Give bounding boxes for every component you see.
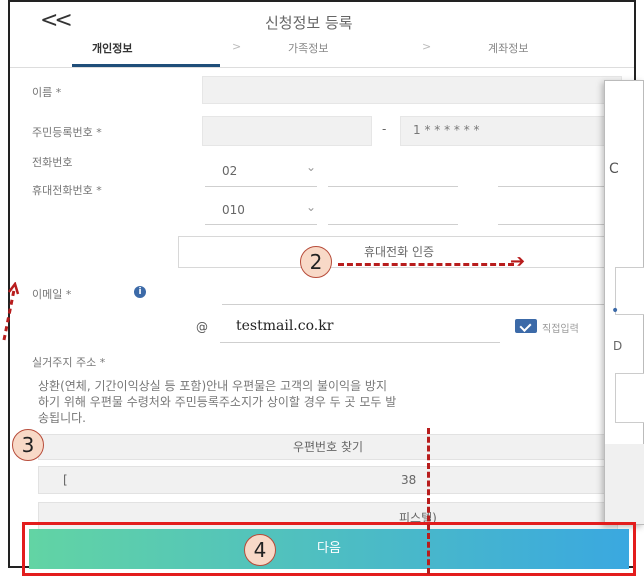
mobile-last-input[interactable] — [498, 224, 618, 225]
address-line1-left: [ — [63, 473, 68, 487]
rrn-back-value: 1 * * * * * * — [413, 123, 480, 137]
address-label: 실거주지 주소 * — [32, 356, 106, 369]
popup-bullet: • — [611, 303, 620, 319]
direct-input-label: 직접입력 — [542, 324, 579, 335]
header-divider — [10, 67, 634, 68]
rrn-dash: - — [382, 122, 387, 136]
annotation-line — [427, 428, 430, 574]
mobile-prefix-select[interactable]: 010 — [222, 203, 245, 217]
chevron-down-icon: ⌄ — [306, 160, 317, 174]
phone-label: 전화번호 — [32, 156, 73, 169]
chevron-down-icon: ⌄ — [306, 200, 317, 214]
popup-footer — [605, 444, 644, 524]
name-input[interactable] — [202, 76, 622, 104]
rrn-back-input[interactable]: 1 * * * * * * — [400, 116, 622, 146]
info-icon: i — [134, 286, 146, 298]
step-tabs: 개인정보 > 가족정보 > 계좌정보 — [10, 40, 634, 67]
address-line1-right: 38 — [401, 473, 417, 487]
popup-text-c: C — [609, 161, 619, 177]
tab-separator: > — [232, 40, 242, 53]
tab-account-info[interactable]: 계좌정보 — [488, 40, 528, 56]
popup-panel: C • D — [604, 80, 644, 525]
annotation-arrow-left — [2, 282, 20, 341]
tab-separator: > — [422, 40, 432, 53]
rrn-front-input[interactable] — [202, 116, 372, 146]
address-notice: 상환(연체, 기간이익상실 등 포함)안내 우편물은 고객의 불이익을 방지하기… — [38, 379, 397, 425]
arrow-head-icon: ➔ — [510, 251, 526, 272]
mobile-label: 휴대전화번호 * — [32, 184, 102, 197]
email-id-input[interactable] — [222, 304, 622, 305]
annotation-arrow — [338, 263, 514, 266]
app-frame: << 신청정보 등록 개인정보 > 가족정보 > 계좌정보 이름 * 주민등록번… — [8, 0, 636, 568]
phone-last-input[interactable] — [498, 186, 618, 187]
email-domain-underline — [220, 342, 500, 343]
name-label: 이름 * — [32, 86, 62, 99]
phone-area-select[interactable]: 02 — [222, 164, 237, 178]
back-button[interactable]: << — [40, 8, 73, 33]
phone-mid-input[interactable] — [328, 186, 458, 187]
phone-area-underline — [205, 186, 317, 187]
marker-4: 4 — [244, 534, 276, 566]
address-line1-input[interactable]: [ 38 — [38, 466, 618, 494]
tab-family-info[interactable]: 가족정보 — [288, 40, 328, 56]
email-label: 이메일 * — [32, 288, 72, 301]
popup-input[interactable] — [615, 267, 644, 315]
rrn-label: 주민등록번호 * — [32, 126, 102, 139]
marker-3: 3 — [12, 429, 44, 461]
mobile-prefix-underline — [205, 224, 317, 225]
next-button-highlight: 다음 — [22, 522, 636, 576]
tab-personal-info[interactable]: 개인정보 — [92, 40, 132, 56]
email-domain-input[interactable]: testmail.co.kr — [236, 318, 333, 334]
popup-input-2[interactable] — [615, 373, 644, 423]
popup-text-d: D — [613, 339, 623, 353]
next-button[interactable]: 다음 — [29, 529, 629, 569]
direct-input-checkbox[interactable] — [515, 319, 537, 333]
mobile-mid-input[interactable] — [328, 224, 458, 225]
marker-2: 2 — [300, 246, 332, 278]
zipcode-search-button[interactable]: 우편번호 찾기 — [38, 434, 618, 460]
email-at: @ — [196, 320, 208, 334]
page-title: 신청정보 등록 — [265, 14, 353, 32]
